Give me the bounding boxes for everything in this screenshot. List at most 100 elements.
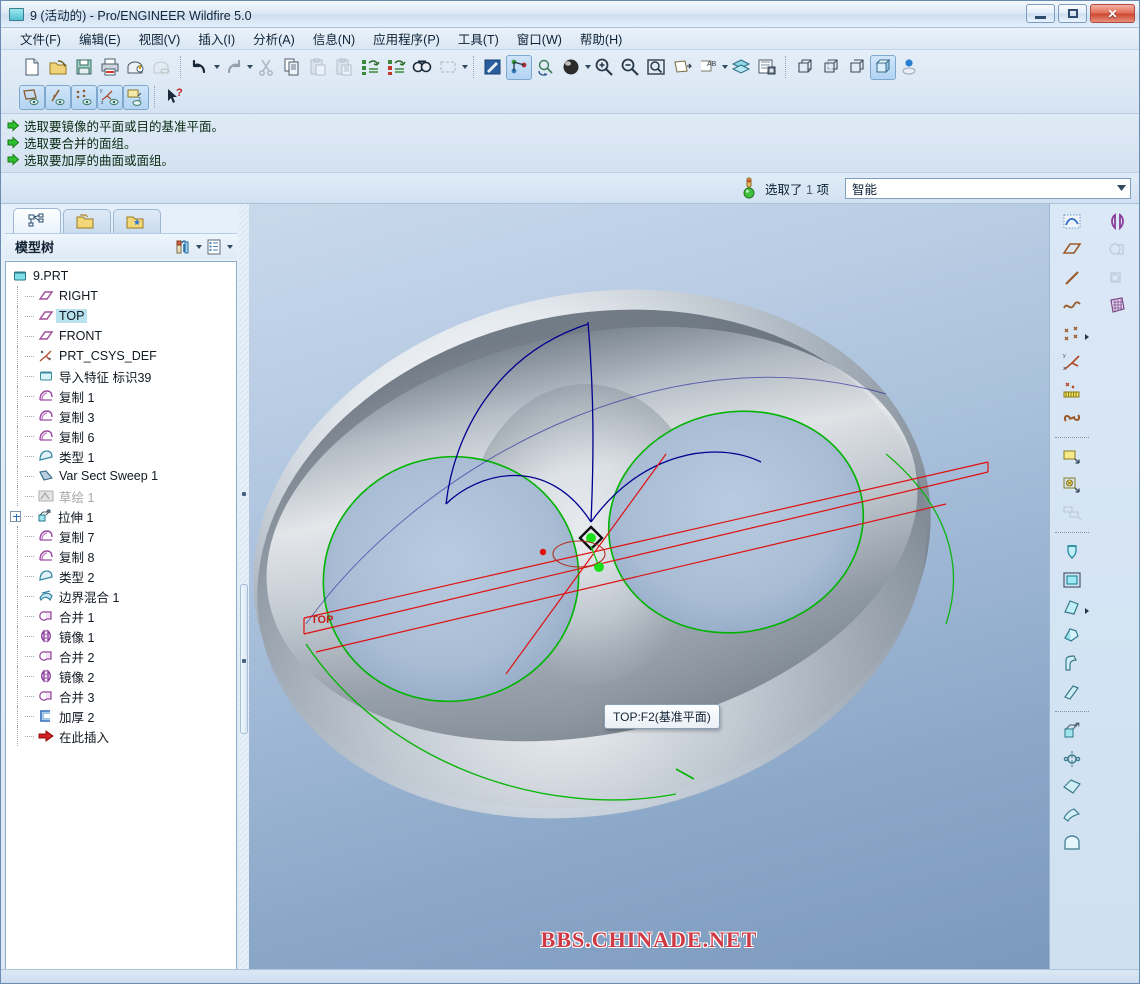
tree-node[interactable]: 合并 1 bbox=[10, 606, 236, 626]
tree-node[interactable]: 复制 6 bbox=[10, 426, 236, 446]
datum-csys-tool-button[interactable]: yz bbox=[1054, 348, 1090, 376]
tree-node[interactable]: FRONT bbox=[10, 326, 236, 346]
menu-tools[interactable]: 工具(T) bbox=[449, 27, 508, 50]
tree-expand-toggle[interactable] bbox=[10, 510, 21, 522]
graphics-window[interactable]: TOP TOP:F2(基准平面) BBS.CHINADE.NET bbox=[249, 204, 1049, 975]
tree-node[interactable]: 复制 7 bbox=[10, 526, 236, 546]
tree-node[interactable]: RIGHT bbox=[10, 286, 236, 306]
save-button[interactable] bbox=[71, 55, 97, 80]
new-file-button[interactable] bbox=[19, 55, 45, 80]
draft-tool-button[interactable] bbox=[1054, 594, 1090, 622]
3d-model-view[interactable] bbox=[249, 204, 1049, 975]
tree-node[interactable]: 合并 2 bbox=[10, 646, 236, 666]
tree-node[interactable]: 导入特征 标识39 bbox=[10, 366, 236, 386]
extrude-surf-button[interactable] bbox=[1054, 717, 1090, 745]
tree-display-caret-icon[interactable] bbox=[227, 244, 233, 249]
tree-display-button[interactable] bbox=[202, 236, 226, 257]
context-help-button[interactable]: ? bbox=[161, 85, 187, 110]
wireframe-button[interactable] bbox=[792, 55, 818, 80]
reorient-button[interactable] bbox=[532, 55, 558, 80]
print-preview-button[interactable] bbox=[123, 55, 149, 80]
tree-node[interactable]: 拉伸 1 bbox=[10, 506, 236, 526]
tree-node[interactable]: 类型 2 bbox=[10, 566, 236, 586]
tree-node[interactable]: 镜像 2 bbox=[10, 666, 236, 686]
tree-node[interactable]: 9.PRT bbox=[10, 266, 236, 286]
annotation-display-button[interactable]: AB bbox=[695, 55, 721, 80]
datum-point-display-button[interactable] bbox=[896, 55, 922, 80]
zoom-in-button[interactable] bbox=[591, 55, 617, 80]
tree-node[interactable]: TOP bbox=[10, 306, 236, 326]
shade-sphere-button[interactable] bbox=[558, 55, 584, 80]
menu-analysis[interactable]: 分析(A) bbox=[244, 27, 304, 50]
hidden-line-button[interactable] bbox=[818, 55, 844, 80]
model-tree-list[interactable]: 9.PRT RIGHT TOP FRONT PRT_CSYS_DEF 导入特征 标识39 复… bbox=[5, 261, 237, 971]
undo-button[interactable] bbox=[187, 55, 213, 80]
shell-tool-button[interactable] bbox=[1054, 566, 1090, 594]
tree-node[interactable]: 在此插入 bbox=[10, 726, 236, 746]
no-hidden-button[interactable] bbox=[844, 55, 870, 80]
regenerate-button[interactable] bbox=[357, 55, 383, 80]
annot-display-toggle-button[interactable]: z bbox=[123, 84, 149, 110]
tree-node[interactable]: 草绘 1 bbox=[10, 486, 236, 506]
tab-model-tree[interactable] bbox=[13, 208, 61, 233]
mirror-tool-button[interactable] bbox=[1099, 208, 1135, 236]
select-box-dropdown-caret-icon[interactable] bbox=[462, 65, 468, 69]
menu-applications[interactable]: 应用程序(P) bbox=[364, 27, 449, 50]
tree-node[interactable]: 复制 1 bbox=[10, 386, 236, 406]
tree-settings-button[interactable] bbox=[171, 236, 195, 257]
tree-node[interactable]: 镜像 1 bbox=[10, 626, 236, 646]
print-button[interactable] bbox=[97, 55, 123, 80]
maximize-button[interactable] bbox=[1058, 4, 1087, 23]
rib-tool-button[interactable] bbox=[1054, 622, 1090, 650]
menu-insert[interactable]: 插入(I) bbox=[189, 27, 244, 50]
flyout-arrow-icon[interactable] bbox=[1085, 334, 1090, 340]
zoom-out-button[interactable] bbox=[617, 55, 643, 80]
shading-button[interactable] bbox=[870, 54, 896, 80]
find-button[interactable] bbox=[409, 55, 435, 80]
repaint-button[interactable] bbox=[480, 55, 506, 80]
datum-axis-tool-button[interactable] bbox=[1054, 264, 1090, 292]
menu-help[interactable]: 帮助(H) bbox=[571, 27, 631, 50]
plane-display-toggle-button[interactable] bbox=[19, 84, 45, 110]
tab-folder-browser[interactable] bbox=[63, 209, 111, 233]
tree-node[interactable]: 边界混合 1 bbox=[10, 586, 236, 606]
datum-plane-tool-button[interactable] bbox=[1054, 236, 1090, 264]
menu-window[interactable]: 窗口(W) bbox=[508, 27, 571, 50]
minimize-button[interactable] bbox=[1026, 4, 1055, 23]
point-display-toggle-button[interactable] bbox=[71, 84, 97, 110]
revolve-tool-button[interactable] bbox=[1054, 471, 1090, 499]
refit-button[interactable] bbox=[643, 55, 669, 80]
flyout-arrow-icon[interactable] bbox=[1085, 608, 1090, 614]
blend-surf-button[interactable] bbox=[1054, 801, 1090, 829]
analysis-point-button[interactable] bbox=[1054, 376, 1090, 404]
layers-button[interactable] bbox=[728, 55, 754, 80]
saved-views-button[interactable] bbox=[754, 55, 780, 80]
spin-center-button[interactable] bbox=[506, 54, 532, 80]
tree-node[interactable]: Var Sect Sweep 1 bbox=[10, 466, 236, 486]
close-button[interactable]: ✕ bbox=[1090, 4, 1135, 23]
pattern-tool-button[interactable] bbox=[1099, 292, 1135, 320]
datum-curve-tool-button[interactable] bbox=[1054, 292, 1090, 320]
selection-filter-combo[interactable]: 智能 bbox=[845, 177, 1131, 199]
tree-node[interactable]: 加厚 2 bbox=[10, 706, 236, 726]
tree-node[interactable]: 合并 3 bbox=[10, 686, 236, 706]
datum-plane-display-button[interactable] bbox=[669, 55, 695, 80]
chain-button[interactable] bbox=[1054, 404, 1090, 432]
csys-display-toggle-button[interactable]: yz bbox=[97, 84, 123, 110]
sweep-surf-button[interactable] bbox=[1054, 773, 1090, 801]
menu-edit[interactable]: 编辑(E) bbox=[70, 27, 130, 50]
open-folder-button[interactable] bbox=[45, 55, 71, 80]
tree-node[interactable]: 复制 8 bbox=[10, 546, 236, 566]
menu-view[interactable]: 视图(V) bbox=[130, 27, 190, 50]
revolve-surf-button[interactable] bbox=[1054, 745, 1090, 773]
sketch-tool-button[interactable] bbox=[1054, 208, 1090, 236]
chamfer-tool-button[interactable] bbox=[1054, 678, 1090, 706]
tree-node[interactable]: 类型 1 bbox=[10, 446, 236, 466]
axis-display-toggle-button[interactable] bbox=[45, 84, 71, 110]
copy-button[interactable] bbox=[279, 55, 305, 80]
tree-node[interactable]: PRT_CSYS_DEF bbox=[10, 346, 236, 366]
round-tool-button[interactable] bbox=[1054, 650, 1090, 678]
hole-tool-button[interactable] bbox=[1054, 538, 1090, 566]
menu-file[interactable]: 文件(F) bbox=[11, 27, 70, 50]
datum-point-tool-button[interactable] bbox=[1054, 320, 1090, 348]
